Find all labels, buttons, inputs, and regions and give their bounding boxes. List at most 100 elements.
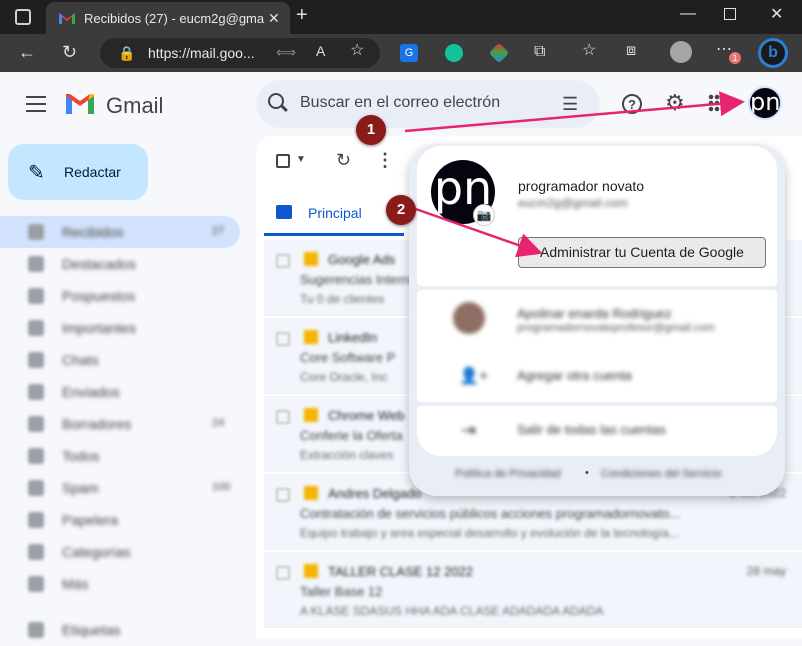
email-checkbox[interactable] — [276, 410, 290, 424]
sidebar-item-label: Recibidos — [62, 224, 124, 240]
select-all-checkbox[interactable] — [276, 154, 290, 168]
star-icon[interactable] — [304, 408, 318, 422]
tab-principal[interactable]: Principal — [264, 192, 404, 236]
profile-avatar[interactable] — [670, 41, 692, 63]
popup-user-email: eucm2g@gmail.com — [518, 196, 628, 210]
inbox-tab-icon — [276, 205, 292, 219]
star-icon[interactable] — [304, 330, 318, 344]
sidebar-item-label: Enviados — [62, 384, 120, 400]
sign-out-item[interactable]: ⇥ Salir de todas las cuentas — [417, 406, 777, 456]
compose-label: Redactar — [64, 164, 121, 180]
add-account-label: Agregar otra cuenta — [517, 368, 632, 383]
sidebar-item-label: Papelera — [62, 512, 119, 528]
sidebar-item-count: 27 — [212, 225, 225, 237]
sidebar-item-icon — [28, 416, 44, 432]
star-icon[interactable] — [304, 486, 318, 500]
other-account-item[interactable]: Apolinar enarda Rodriguez programadornov… — [417, 290, 777, 350]
browser-tab-bar: Recibidos (27) - eucm2g@gmail.c ✕ + — ✕ — [0, 0, 802, 34]
sidebar-item-12[interactable]: Etiquetas — [0, 614, 240, 646]
manage-account-button[interactable]: Administrar tu Cuenta de Google — [518, 237, 766, 268]
other-account-avatar — [453, 302, 485, 334]
settings-gear-icon[interactable]: ⚙ — [665, 90, 685, 116]
favorites-icon[interactable]: ☆ — [582, 43, 596, 59]
back-icon[interactable]: ← — [18, 43, 36, 61]
refresh-mail-icon[interactable]: ↻ — [336, 150, 351, 171]
sidebar-item-2[interactable]: Pospuestos — [0, 280, 240, 312]
email-checkbox[interactable] — [276, 332, 290, 346]
other-account-email: programadornovatoprofesor@gmail.com — [517, 322, 715, 334]
grammarly-extension-icon[interactable] — [445, 44, 463, 62]
select-dropdown-icon[interactable]: ▼ — [296, 154, 306, 165]
tab-actions-icon[interactable] — [15, 9, 31, 25]
refresh-icon[interactable]: ↻ — [62, 43, 77, 61]
compose-button[interactable]: ✎ Redactar — [8, 144, 148, 200]
new-tab-icon[interactable]: + — [296, 5, 308, 25]
email-sender: TALLER CLASE 12 2022 — [328, 564, 474, 579]
sign-out-icon: ⇥ — [461, 420, 477, 440]
sidebar-item-11[interactable]: Más — [0, 568, 240, 600]
sidebar-item-8[interactable]: Spam 100 — [0, 472, 240, 504]
maximize-icon[interactable] — [724, 8, 736, 20]
star-icon[interactable] — [304, 564, 318, 578]
sidebar-item-label: Importantes — [62, 320, 136, 336]
extensions-puzzle-icon[interactable]: ⧉ — [534, 44, 545, 60]
color-extension-icon[interactable] — [488, 42, 510, 64]
browser-address-bar: ← ↻ 🔒 https://mail.goo... ⟺ A ☆ G ⧉ ☆ ⧈ … — [0, 34, 802, 72]
sidebar-item-6[interactable]: Borradores 24 — [0, 408, 240, 440]
sidebar-item-icon — [28, 384, 44, 400]
help-icon[interactable]: ? — [622, 94, 642, 114]
account-avatar-button[interactable]: pn — [748, 86, 782, 120]
close-window-icon[interactable]: ✕ — [770, 7, 783, 23]
sidebar-item-9[interactable]: Papelera — [0, 504, 240, 536]
pencil-icon: ✎ — [28, 162, 45, 184]
sidebar-item-count: 100 — [212, 481, 231, 493]
lock-icon: 🔒 — [118, 45, 136, 61]
add-account-item[interactable]: 👤+ Agregar otra cuenta — [417, 352, 777, 400]
sidebar-item-7[interactable]: Todos — [0, 440, 240, 472]
privacy-policy-link[interactable]: Política de Privacidad — [455, 468, 561, 480]
email-checkbox[interactable] — [276, 566, 290, 580]
star-icon[interactable] — [304, 252, 318, 266]
terms-of-service-link[interactable]: Condiciones del Servicio — [601, 468, 721, 480]
search-options-icon[interactable]: ☰ — [562, 94, 578, 115]
add-account-icon: 👤+ — [459, 368, 489, 385]
bing-copilot-icon[interactable]: b — [758, 38, 788, 68]
sidebar-item-4[interactable]: Chats — [0, 344, 240, 376]
sidebar-item-icon — [28, 512, 44, 528]
search-input[interactable]: Buscar en el correo electrón — [300, 94, 500, 112]
notification-badge: 1 — [729, 52, 741, 64]
sidebar-item-0[interactable]: Recibidos 27 — [0, 216, 240, 248]
reader-view-icon[interactable]: ⟺ — [276, 44, 296, 60]
sidebar-item-5[interactable]: Enviados — [0, 376, 240, 408]
sidebar-item-label: Pospuestos — [62, 288, 136, 304]
change-photo-camera-icon[interactable]: 📷 — [473, 204, 495, 226]
account-popup: pn 📷 programador novato eucm2g@gmail.com… — [409, 144, 785, 496]
translate-extension-icon[interactable]: G — [400, 44, 418, 62]
sidebar-item-icon — [28, 576, 44, 592]
browser-tab-gmail[interactable]: Recibidos (27) - eucm2g@gmail.c ✕ — [46, 2, 290, 34]
minimize-icon[interactable]: — — [680, 6, 696, 22]
sidebar-item-label: Borradores — [62, 416, 132, 432]
search-bar[interactable]: Buscar en el correo electrón ☰ — [256, 80, 600, 128]
annotation-step-2-badge: 2 — [386, 195, 416, 225]
email-checkbox[interactable] — [276, 254, 290, 268]
sidebar-item-3[interactable]: Importantes — [0, 312, 240, 344]
sidebar-item-10[interactable]: Categorías — [0, 536, 240, 568]
more-actions-icon[interactable]: ⋮ — [376, 150, 394, 171]
email-row[interactable]: TALLER CLASE 12 2022 Taller Base 12 A KLAS… — [264, 552, 802, 628]
collections-icon[interactable]: ⧈ — [626, 43, 636, 59]
sidebar-item-1[interactable]: Destacados — [0, 248, 240, 280]
sidebar-item-icon — [28, 288, 44, 304]
sidebar-item-label: Chats — [62, 352, 99, 368]
read-aloud-icon[interactable]: A — [316, 43, 325, 59]
email-snippet: Equipo trabajo y area especial desarroll… — [300, 526, 679, 540]
url-field[interactable]: 🔒 https://mail.goo... — [100, 38, 380, 68]
close-tab-icon[interactable]: ✕ — [268, 10, 280, 26]
main-menu-icon[interactable] — [26, 96, 46, 112]
tab-title: Recibidos (27) - eucm2g@gmail.c — [84, 11, 264, 26]
favorite-star-icon[interactable]: ☆ — [350, 43, 364, 59]
sidebar-item-icon — [28, 480, 44, 496]
url-text: https://mail.goo... — [148, 45, 255, 61]
google-apps-icon[interactable] — [708, 94, 726, 112]
email-checkbox[interactable] — [276, 488, 290, 502]
